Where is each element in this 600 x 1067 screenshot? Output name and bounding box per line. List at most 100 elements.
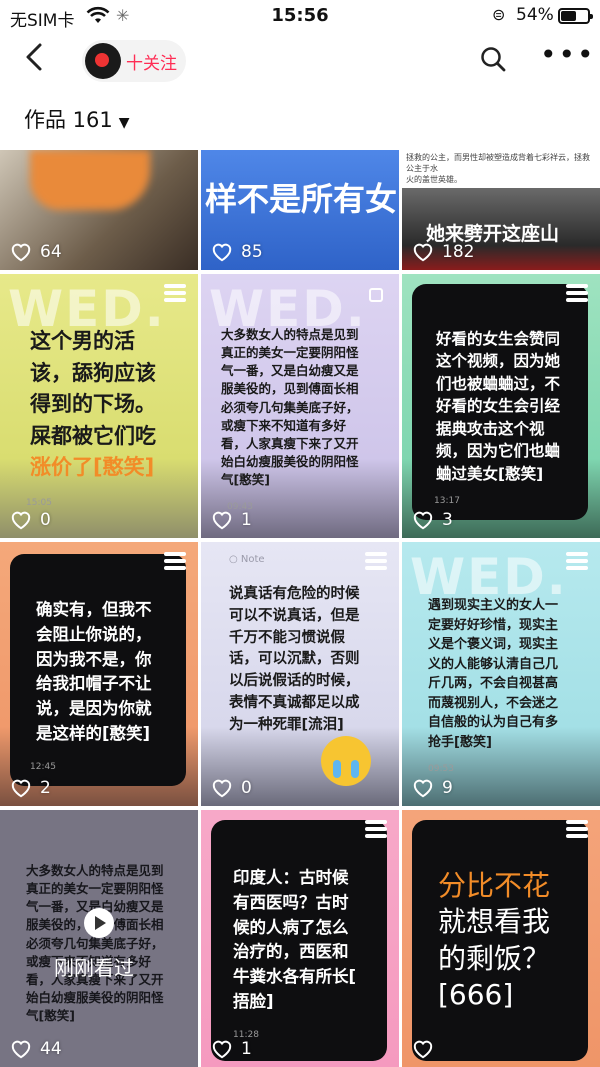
like-count-value: 0 — [241, 778, 252, 798]
work-card[interactable]: 印度人：古时候 有西医吗？古时 候的人病了怎么 治疗的，西医和 牛粪水各有所长[… — [201, 810, 399, 1067]
card-text-line: 服美役的，见到傅面长相 — [221, 381, 359, 397]
profile-follow-pill[interactable]: 十关注 — [82, 40, 186, 82]
like-count-value: 0 — [40, 510, 51, 530]
card-text-line: 抢手[憨笑] — [428, 734, 492, 750]
like-count-value: 3 — [442, 510, 453, 530]
card-text-line: 拯救的公主，而男性却被塑造成背着七彩祥云，拯救公主于水 — [406, 153, 590, 174]
caret-down-icon: ▼ — [118, 115, 130, 131]
like-count-value: 2 — [40, 778, 51, 798]
card-text-line: 候的人病了怎么 — [233, 917, 349, 937]
menu-icon — [365, 820, 387, 841]
card-text-line: 话，可以沉默，否则 — [229, 651, 360, 668]
card-text-line: 大多数女人的特点是见到 — [221, 327, 359, 342]
status-time: 15:56 — [271, 5, 329, 26]
avatar[interactable] — [85, 43, 121, 79]
card-text-line: 千万不能习惯说假 — [229, 629, 345, 646]
card-body: 好看的女生会赞同 这个视频，因为她 们也被蛐蛐过，不 好看的女生会引经 据典攻击… — [436, 328, 560, 485]
card-text-line: 给我扣帽子不让 — [36, 674, 152, 694]
work-card[interactable]: 样不是所有女 85 — [201, 150, 399, 270]
work-card[interactable]: WED. 这个男的活 该，舔狗应该 得到的下场。 屎都被它们吃 涨价了[憨笑] … — [0, 274, 198, 538]
note-label: ○ Note — [229, 554, 265, 565]
card-text-line: 遇到现实主义的女人一 — [428, 598, 559, 613]
card-body: 印度人：古时候 有西医吗？古时 候的人病了怎么 治疗的，西医和 牛粪水各有所长[… — [233, 866, 356, 1015]
card-text-line: 样不是所有女 — [205, 180, 398, 218]
like-count-value: 9 — [442, 778, 453, 798]
card-text-line: 这个男的活 — [30, 329, 135, 353]
card-text-line: 捂脸] — [233, 991, 274, 1011]
watched-overlay — [0, 810, 198, 1067]
card-body: 这个男的活 该，舔狗应该 得到的下场。 屎都被它们吃 涨价了[憨笑] — [30, 326, 156, 484]
card-text-line: 好看的女生会赞同 — [436, 330, 561, 348]
card-text-line: 屎都被它们吃 — [30, 423, 156, 448]
card-text-line: 必须夸几句集美底子好， — [221, 399, 359, 415]
crying-emoji-icon — [321, 736, 371, 786]
note-label-text: Note — [240, 554, 265, 565]
card-text-line: 或瘦下来不知道有多好 — [221, 417, 347, 433]
more-options-icon[interactable]: ••• — [540, 38, 596, 71]
work-card[interactable]: 分比不花 就想看我 的剩饭？ [666] — [402, 810, 600, 1067]
like-count: 2 — [10, 778, 51, 798]
search-icon[interactable] — [480, 46, 506, 76]
card-text-line: 们也被蛐蛐过，不 — [436, 374, 561, 393]
like-count — [412, 1039, 442, 1059]
work-card[interactable]: 64 — [0, 150, 198, 270]
card-text-line: 火的盖世英雄。 — [406, 175, 462, 185]
works-filter[interactable]: 作品 161 ▼ — [24, 104, 130, 134]
card-text-line: 为一种死罪[流泪] — [229, 716, 344, 733]
like-count: 3 — [412, 510, 453, 530]
play-icon[interactable] — [84, 908, 114, 938]
menu-icon — [566, 284, 588, 305]
recently-watched-label: 刚刚看过 — [54, 956, 134, 980]
status-bar: 无SIM卡 ✳ 15:56 ⊜ 54% — [0, 0, 600, 34]
like-count-value: 64 — [40, 242, 62, 262]
rotation-lock-icon: ⊜ — [492, 5, 506, 24]
card-text-line: 就想看我 — [438, 905, 551, 939]
work-card[interactable]: ○ Note 说真话有危险的时候 可以不说真话，但是 千万不能习惯说假 话，可以… — [201, 542, 399, 806]
follow-button[interactable]: 十关注 — [126, 49, 177, 74]
back-arrow-icon[interactable] — [24, 42, 44, 79]
blurred-mosaic — [30, 150, 150, 210]
card-text-line: 表情不真诚都足以成 — [229, 694, 360, 711]
like-count: 85 — [211, 242, 263, 262]
work-card[interactable]: WED. 遇到现实主义的女人一 定要好好珍惜，现实主 义是个褒义词，现实主 义的… — [402, 542, 600, 806]
work-card[interactable]: 拯救的公主，而男性却被塑造成背着七彩祥云，拯救公主于水 火的盖世英雄。 她来劈开… — [402, 150, 600, 270]
card-clock: 09:53 — [428, 764, 454, 774]
like-count: 0 — [211, 778, 252, 798]
work-card[interactable]: 大多数女人的特点是见到 真正的美女一定要阴阳怪 气一番，又是白幼瘦又是 服美役的… — [0, 810, 198, 1067]
card-text-line: 看，人家真瘦下来了又开 — [221, 435, 359, 451]
menu-icon — [365, 552, 387, 573]
work-card[interactable]: WED. 大多数女人的特点是见到 真正的美女一定要阴阳怪 气一番，又是白幼瘦又是… — [201, 274, 399, 538]
top-nav: 十关注 ••• — [0, 34, 600, 90]
like-count: 1 — [211, 1039, 252, 1059]
card-clock: 12:45 — [30, 762, 56, 772]
card-text-line: 说，是因为你就 — [36, 699, 152, 718]
card-text-line: 气[憨笑] — [221, 472, 270, 487]
like-count-value: 85 — [241, 242, 263, 262]
card-text-line: 据典攻击这个视 — [436, 419, 545, 438]
card-clock: 13:17 — [434, 496, 460, 506]
menu-icon — [164, 552, 186, 573]
work-card[interactable]: 好看的女生会赞同 这个视频，因为她 们也被蛐蛐过，不 好看的女生会引经 据典攻击… — [402, 274, 600, 538]
like-count: 44 — [10, 1039, 62, 1059]
card-text-line: 可以不说真话，但是 — [229, 607, 360, 624]
card-text-line: 蛐过美女[憨笑] — [436, 464, 544, 483]
checkbox-icon — [369, 288, 383, 302]
menu-icon — [566, 552, 588, 573]
card-text-line: 而蔑视别人，不会迷之 — [428, 695, 559, 711]
card-text-line: 印度人：古时候 — [233, 868, 349, 887]
like-count-value: 44 — [40, 1039, 62, 1059]
card-text-line: [666] — [438, 978, 514, 1012]
card-body: 确实有，但我不 会阻止你说的， 因为我不是，你 给我扣帽子不让 说，是因为你就 … — [36, 598, 152, 747]
like-count-value: 1 — [241, 1039, 252, 1059]
works-count-label: 作品 161 — [24, 108, 113, 132]
card-body: 大多数女人的特点是见到 真正的美女一定要阴阳怪 气一番，又是白幼瘦又是 服美役的… — [221, 326, 359, 489]
battery-icon — [558, 8, 593, 24]
card-body: 遇到现实主义的女人一 定要好好珍惜，现实主 义是个褒义词，现实主 义的人能够认清… — [428, 596, 558, 752]
like-count: 1 — [211, 510, 252, 530]
card-text-line: 频，因为它们也蛐 — [436, 442, 561, 461]
card-text-line: 定要好好珍惜，现实主 — [428, 617, 559, 633]
card-text-line: 自信般的认为自己有多 — [428, 715, 559, 730]
card-text-line: 涨价了[憨笑] — [30, 455, 155, 479]
work-card[interactable]: 确实有，但我不 会阻止你说的， 因为我不是，你 给我扣帽子不让 说，是因为你就 … — [0, 542, 198, 806]
card-text-line: 这个视频，因为她 — [436, 352, 561, 371]
